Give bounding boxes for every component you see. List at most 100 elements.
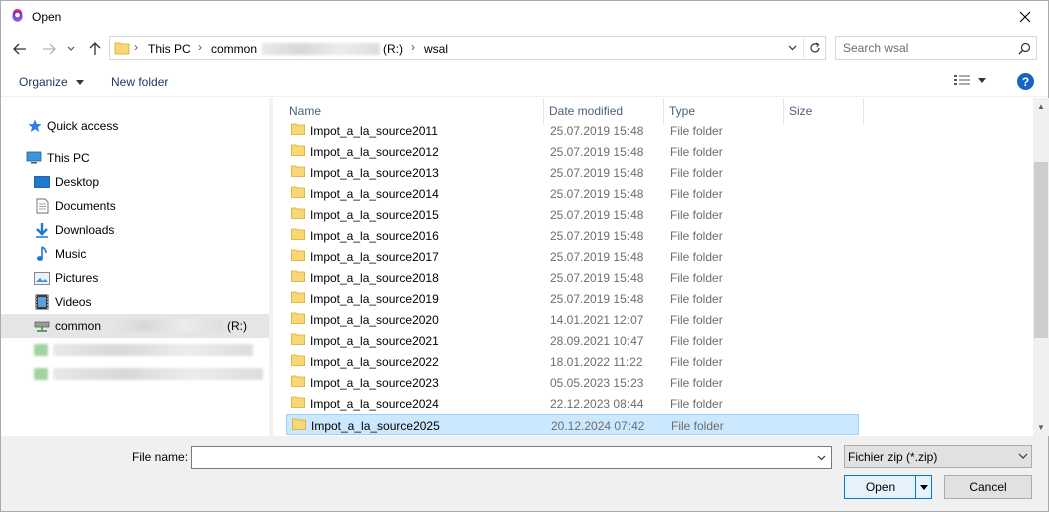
- help-button[interactable]: ?: [1017, 73, 1034, 90]
- file-name: Impot_a_la_source2012: [310, 145, 439, 159]
- forward-button[interactable]: [39, 39, 59, 59]
- caret-down-icon: [978, 77, 986, 83]
- folder-icon: [291, 291, 305, 303]
- breadcrumb-drive[interactable]: (R:): [383, 42, 403, 56]
- star-icon: [27, 118, 43, 134]
- open-options-button[interactable]: [915, 476, 931, 498]
- arrow-left-icon: [13, 43, 26, 55]
- table-row[interactable]: Impot_a_la_source2011 25.07.2019 15:48 Fil…: [286, 120, 859, 141]
- table-row[interactable]: Impot_a_la_source2015 25.07.2019 15:48 Fil…: [286, 204, 859, 225]
- up-button[interactable]: [85, 39, 105, 59]
- scroll-up-button[interactable]: ▲: [1033, 98, 1049, 115]
- address-bar[interactable]: › This PC › common (R:) › wsal: [109, 36, 826, 60]
- title-bar: Open: [1, 1, 1048, 32]
- file-date-modified: 05.05.2023 15:23: [550, 376, 644, 390]
- table-row[interactable]: Impot_a_la_source2016 25.07.2019 15:48 Fil…: [286, 225, 859, 246]
- sidebar-item-pictures[interactable]: Pictures: [1, 266, 269, 290]
- breadcrumb-wsal[interactable]: wsal: [424, 42, 448, 56]
- breadcrumb-separator: ›: [411, 40, 415, 54]
- file-name: Impot_a_la_source2019: [310, 292, 439, 306]
- sidebar-item-redacted[interactable]: [1, 362, 269, 386]
- file-type: File folder: [670, 334, 723, 348]
- caret-down-icon: [76, 80, 85, 86]
- file-date-modified: 25.07.2019 15:48: [550, 124, 644, 138]
- breadcrumb-common[interactable]: common: [211, 42, 257, 56]
- new-folder-button[interactable]: New folder: [111, 75, 168, 89]
- sidebar-item-label: Desktop: [55, 175, 100, 189]
- close-button[interactable]: [1002, 1, 1048, 32]
- table-row[interactable]: Impot_a_la_source2021 28.09.2021 10:47 Fil…: [286, 330, 859, 351]
- folder-icon: [291, 249, 305, 261]
- table-row[interactable]: Impot_a_la_source2018 25.07.2019 15:48 Fil…: [286, 267, 859, 288]
- sidebar-item-redacted[interactable]: [1, 338, 269, 362]
- folder-icon: [291, 396, 305, 408]
- arrow-up-icon: [89, 42, 101, 55]
- file-name: Impot_a_la_source2020: [310, 313, 439, 327]
- table-row[interactable]: Impot_a_la_source2012 25.07.2019 15:48 Fil…: [286, 141, 859, 162]
- file-name: Impot_a_la_source2021: [310, 334, 439, 348]
- table-row[interactable]: Impot_a_la_source2014 25.07.2019 15:48 Fil…: [286, 183, 859, 204]
- search-input[interactable]: [836, 37, 1014, 59]
- address-history-button[interactable]: [783, 37, 801, 59]
- network-drive-icon: [34, 318, 50, 334]
- file-date-modified: 28.09.2021 10:47: [550, 334, 644, 348]
- sidebar-item-downloads[interactable]: Downloads: [1, 218, 269, 242]
- file-type: File folder: [670, 229, 723, 243]
- table-row[interactable]: Impot_a_la_source2020 14.01.2021 12:07 Fil…: [286, 309, 859, 330]
- sidebar-item-quick-access[interactable]: Quick access: [1, 114, 269, 138]
- folder-icon: [291, 228, 305, 240]
- sidebar-item-documents[interactable]: Documents: [1, 194, 269, 218]
- cancel-button[interactable]: Cancel: [944, 475, 1032, 499]
- file-name-dropdown-button[interactable]: [812, 447, 831, 468]
- redacted-text: [262, 43, 380, 55]
- file-type: File folder: [670, 313, 723, 327]
- file-name: Impot_a_la_source2024: [310, 397, 439, 411]
- app-icon: [12, 8, 23, 22]
- recent-locations-button[interactable]: [64, 39, 78, 59]
- table-row[interactable]: Impot_a_la_source2022 18.01.2022 11:22 Fil…: [286, 351, 859, 372]
- file-name-combobox[interactable]: [191, 446, 832, 469]
- table-row[interactable]: Impot_a_la_source2019 25.07.2019 15:48 Fil…: [286, 288, 859, 309]
- file-date-modified: 25.07.2019 15:48: [550, 166, 644, 180]
- table-row[interactable]: Impot_a_la_source2017 25.07.2019 15:48 Fil…: [286, 246, 859, 267]
- sidebar-item-common-drive[interactable]: common (R:): [1, 314, 269, 338]
- sidebar-item-label: Pictures: [55, 271, 99, 285]
- table-row[interactable]: Impot_a_la_source2023 05.05.2023 15:23 Fil…: [286, 372, 859, 393]
- open-button[interactable]: Open: [844, 475, 932, 499]
- file-date-modified: 18.01.2022 11:22: [550, 355, 643, 369]
- file-name: Impot_a_la_source2016: [310, 229, 439, 243]
- vertical-scrollbar[interactable]: ▲ ▼: [1033, 98, 1049, 436]
- sidebar-item-label: Documents: [55, 199, 116, 213]
- table-row[interactable]: Impot_a_la_source2024 22.12.2023 08:44 Fil…: [286, 393, 859, 414]
- folder-icon: [291, 312, 305, 324]
- redacted-icon: [34, 344, 48, 356]
- breadcrumb-this-pc[interactable]: This PC: [148, 42, 191, 56]
- scroll-thumb[interactable]: [1034, 162, 1048, 338]
- file-name-input[interactable]: [192, 447, 812, 468]
- scroll-down-button[interactable]: ▼: [1033, 419, 1049, 436]
- change-view-button[interactable]: [954, 74, 986, 86]
- sidebar-item-music[interactable]: Music: [1, 242, 269, 266]
- sidebar-item-videos[interactable]: Videos: [1, 290, 269, 314]
- search-box[interactable]: [835, 36, 1037, 60]
- sidebar-item-this-pc[interactable]: This PC: [1, 146, 269, 170]
- window-title: Open: [32, 10, 62, 24]
- file-type-select[interactable]: Fichier zip (*.zip): [844, 445, 1032, 468]
- organize-label: Organize: [19, 75, 68, 89]
- folder-icon: [291, 186, 305, 198]
- refresh-button[interactable]: [803, 37, 825, 59]
- downloads-icon: [34, 222, 50, 238]
- file-date-modified: 20.12.2024 07:42: [551, 419, 645, 433]
- table-row[interactable]: Impot_a_la_source2013 25.07.2019 15:48 Fil…: [286, 162, 859, 183]
- file-type: File folder: [670, 355, 723, 369]
- file-name: Impot_a_la_source2025: [311, 419, 440, 433]
- organize-button[interactable]: Organize: [19, 75, 85, 89]
- file-type: File folder: [670, 376, 723, 390]
- folder-icon: [291, 165, 305, 177]
- sidebar-item-desktop[interactable]: Desktop: [1, 170, 269, 194]
- file-type: File folder: [670, 271, 723, 285]
- file-type: File folder: [670, 208, 723, 222]
- table-row[interactable]: Impot_a_la_source2025 20.12.2024 07:42 Fil…: [286, 414, 859, 435]
- chevron-down-icon: [788, 45, 796, 51]
- back-button[interactable]: [10, 39, 30, 59]
